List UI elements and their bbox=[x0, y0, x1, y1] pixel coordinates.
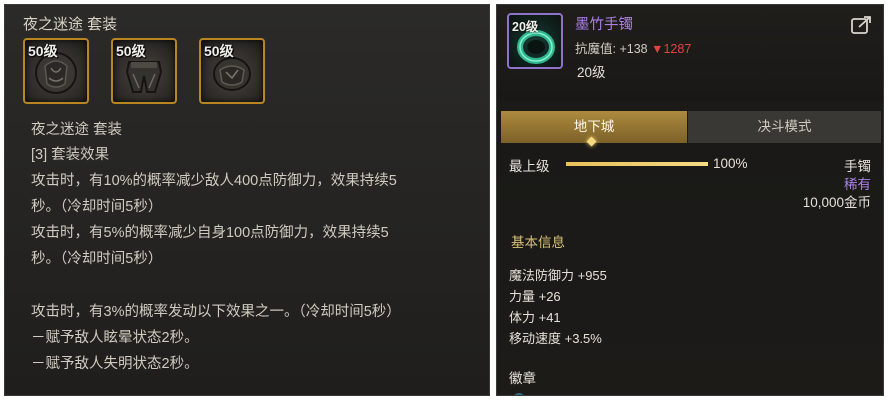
slot-level: 50级 bbox=[28, 43, 58, 59]
set-item-slot-1[interactable]: 50级 bbox=[23, 38, 89, 104]
set-effect-line: 攻击时，有3%的概率发动以下效果之一。（冷却时间5秒） bbox=[31, 304, 401, 320]
set-effect-line: －赋予敌人眩晕状态2秒。 bbox=[31, 330, 199, 346]
slot-level: 50级 bbox=[204, 43, 234, 59]
set-effect-line: 攻击时，有10%的概率减少敌人400点防御力，效果持续5 bbox=[31, 173, 397, 189]
slot-level: 50级 bbox=[116, 43, 146, 59]
item-name: 墨竹手镯 bbox=[575, 17, 633, 33]
stat-line: 魔法防御力 +955 bbox=[509, 268, 607, 283]
set-effect-line: 秒。（冷却时间5秒） bbox=[31, 251, 163, 267]
item-price: 10,000金币 bbox=[802, 195, 871, 210]
set-effect-line: 秒。（冷却时间5秒） bbox=[31, 199, 163, 215]
item-icon-level: 20级 bbox=[512, 20, 539, 34]
upgrade-grade-label: 最上级 bbox=[509, 159, 550, 174]
upgrade-progress-fill bbox=[566, 162, 708, 166]
badge-slot-icon[interactable] bbox=[513, 393, 525, 395]
set-name-line: 夜之迷途 套装 bbox=[31, 122, 123, 138]
magic-resist-value: 抗魔值: +138 bbox=[575, 42, 648, 56]
share-icon[interactable] bbox=[851, 15, 873, 35]
item-rarity: 稀有 bbox=[844, 177, 871, 192]
set-title: 夜之迷途 套装 bbox=[23, 16, 118, 33]
set-item-slot-2[interactable]: 50级 bbox=[111, 38, 177, 104]
magic-resist: 抗魔值: +138 ▼1287 bbox=[575, 38, 691, 57]
stat-line: 体力 +41 bbox=[509, 310, 561, 325]
stat-line: 力量 +26 bbox=[509, 289, 561, 304]
set-item-slot-3[interactable]: 50级 bbox=[199, 38, 265, 104]
set-effect-heading: [3] 套装效果 bbox=[31, 147, 110, 163]
item-tooltip-panel: 20级 墨竹手镯 抗魔值: +138 ▼1287 20级 地下城 决斗模式 最上… bbox=[496, 4, 884, 396]
set-effect-line: －赋予敌人失明状态2秒。 bbox=[31, 356, 199, 372]
upgrade-progress-bar bbox=[566, 162, 708, 166]
item-icon-slot[interactable]: 20级 bbox=[507, 13, 563, 69]
set-tooltip-panel: 夜之迷途 套装 50级 50级 50级 夜之迷途 套装 [3] 套装效果 攻击时… bbox=[4, 4, 490, 396]
upgrade-progress-text: 100% bbox=[713, 156, 748, 171]
basic-info-heading: 基本信息 bbox=[511, 235, 565, 250]
item-type: 手镯 bbox=[844, 159, 871, 174]
set-effect-line: 攻击时，有5%的概率减少自身100点防御力，效果持续5 bbox=[31, 225, 389, 241]
magic-resist-delta: ▼1287 bbox=[651, 42, 692, 56]
badge-heading: 徽章 bbox=[509, 371, 536, 386]
mode-tabs: 地下城 决斗模式 bbox=[497, 111, 883, 143]
tab-duel-mode[interactable]: 决斗模式 bbox=[688, 111, 881, 143]
item-level: 20级 bbox=[577, 65, 606, 80]
stat-line: 移动速度 +3.5% bbox=[509, 331, 602, 346]
